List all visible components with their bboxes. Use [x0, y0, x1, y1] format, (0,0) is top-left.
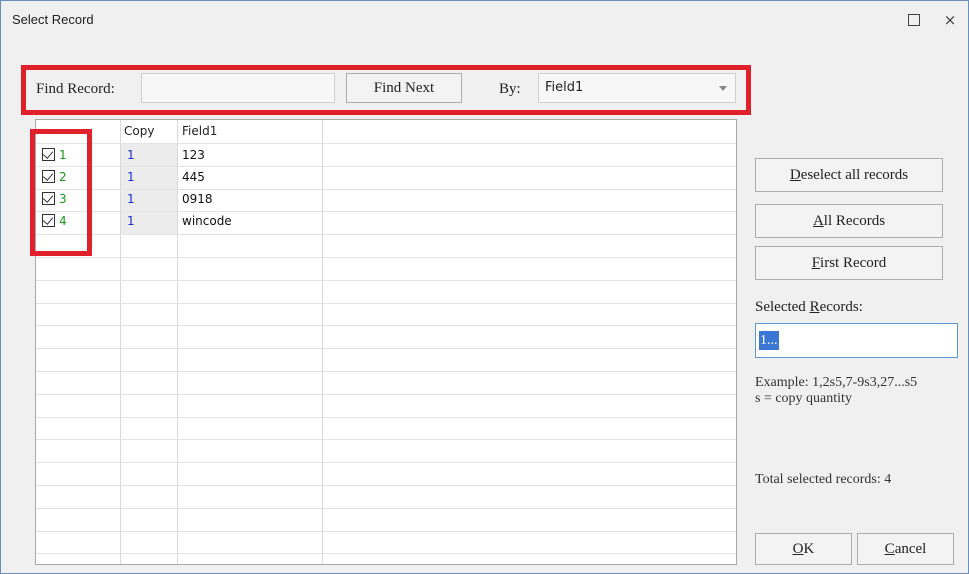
cancel-button[interactable]: Cancel [857, 533, 954, 565]
example-line-2: s = copy quantity [755, 391, 852, 406]
row-4-copy[interactable]: 1 [127, 214, 135, 228]
grid-row-line [36, 280, 736, 281]
grid-row-line [36, 166, 736, 167]
example-line-1: Example: 1,2s5,7-9s3,27...s5 [755, 375, 918, 390]
grid-row-line [36, 234, 736, 235]
selected-records-label: Selected Records: [755, 299, 863, 315]
grid-row-line [36, 371, 736, 372]
title-bar: Select Record × [1, 1, 968, 35]
maximize-icon [908, 14, 920, 26]
first-record-button[interactable]: First Record [755, 246, 943, 280]
row-1-field1[interactable]: 123 [182, 148, 205, 162]
grid-row-line [36, 325, 736, 326]
column-header-copy: Copy [124, 124, 155, 138]
find-bar-highlight [21, 65, 751, 115]
example-hint: Example: 1,2s5,7-9s3,27...s5 s = copy qu… [755, 375, 917, 407]
column-header-field1: Field1 [182, 124, 218, 138]
grid-row-line [36, 143, 736, 144]
grid-row-line [36, 394, 736, 395]
grid-row-line [36, 257, 736, 258]
dialog-title: Select Record [12, 12, 94, 27]
row-2-field1[interactable]: 445 [182, 170, 205, 184]
grid-row-line [36, 439, 736, 440]
all-records-button[interactable]: All Records [755, 204, 943, 238]
select-record-dialog: Select Record × Find Record: Find Next B… [0, 0, 969, 574]
grid-row-line [36, 348, 736, 349]
checkbox-column-highlight [30, 129, 92, 256]
deselect-all-records-button[interactable]: Deselect all records [755, 158, 943, 192]
grid-row-line [36, 508, 736, 509]
grid-row-line [36, 189, 736, 190]
close-icon: × [943, 11, 957, 29]
row-2-copy[interactable]: 1 [127, 170, 135, 184]
selected-records-input[interactable]: 1... [755, 323, 958, 358]
grid-row-line [36, 485, 736, 486]
ok-button[interactable]: OK [755, 533, 852, 565]
row-3-copy[interactable]: 1 [127, 192, 135, 206]
total-selected-records: Total selected records: 4 [755, 472, 892, 487]
grid-row-line [36, 417, 736, 418]
row-3-field1[interactable]: 0918 [182, 192, 213, 206]
maximize-button[interactable] [903, 9, 925, 31]
grid-row-line [36, 553, 736, 554]
row-4-field1[interactable]: wincode [182, 214, 232, 228]
grid-row-line [36, 531, 736, 532]
records-grid[interactable]: Copy Field1 1 1 123 2 1 445 3 1 0918 4 1… [35, 119, 737, 565]
row-1-copy[interactable]: 1 [127, 148, 135, 162]
close-button[interactable]: × [939, 9, 961, 31]
grid-row-line [36, 303, 736, 304]
selected-records-value: 1... [759, 331, 779, 350]
grid-row-line [36, 211, 736, 212]
grid-row-line [36, 462, 736, 463]
